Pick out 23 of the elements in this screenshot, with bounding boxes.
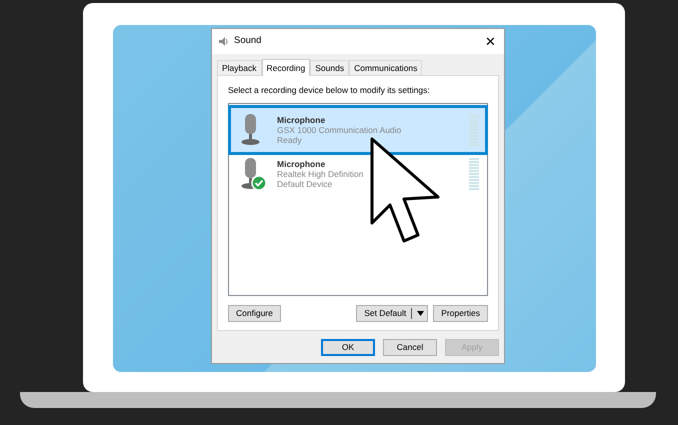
close-button[interactable]: ✕ <box>483 35 498 48</box>
device-description: GSX 1000 Communication Audio <box>277 124 402 136</box>
mouse-pointer-icon <box>370 137 442 245</box>
tab[interactable]: Playback <box>217 60 262 76</box>
device-name: Microphone <box>277 158 326 169</box>
device-item[interactable]: Microphone GSX 1000 Communication Audio Ready <box>231 108 485 152</box>
level-meter <box>469 158 479 190</box>
tab[interactable]: Recording <box>262 59 310 76</box>
instruction-text: Select a recording device below to modify its settings: <box>228 84 431 97</box>
device-name: Microphone <box>277 114 326 125</box>
device-status: Default Device <box>277 179 334 190</box>
dialog-button[interactable]: Properties <box>433 304 488 322</box>
device-status: Ready <box>277 135 303 146</box>
caret-icon <box>417 310 424 316</box>
device-description: Realtek High Definition <box>277 168 364 180</box>
tab[interactable]: Communications <box>349 60 422 76</box>
dialog-button[interactable]: OK <box>321 338 375 356</box>
tab[interactable]: Sounds <box>310 60 350 76</box>
split-button[interactable]: Set Default <box>356 304 428 322</box>
window-title: Sound <box>234 34 262 48</box>
dialog-button[interactable]: Cancel <box>383 338 437 356</box>
speaker-icon <box>218 36 229 47</box>
dialog-button[interactable]: Configure <box>228 304 281 322</box>
